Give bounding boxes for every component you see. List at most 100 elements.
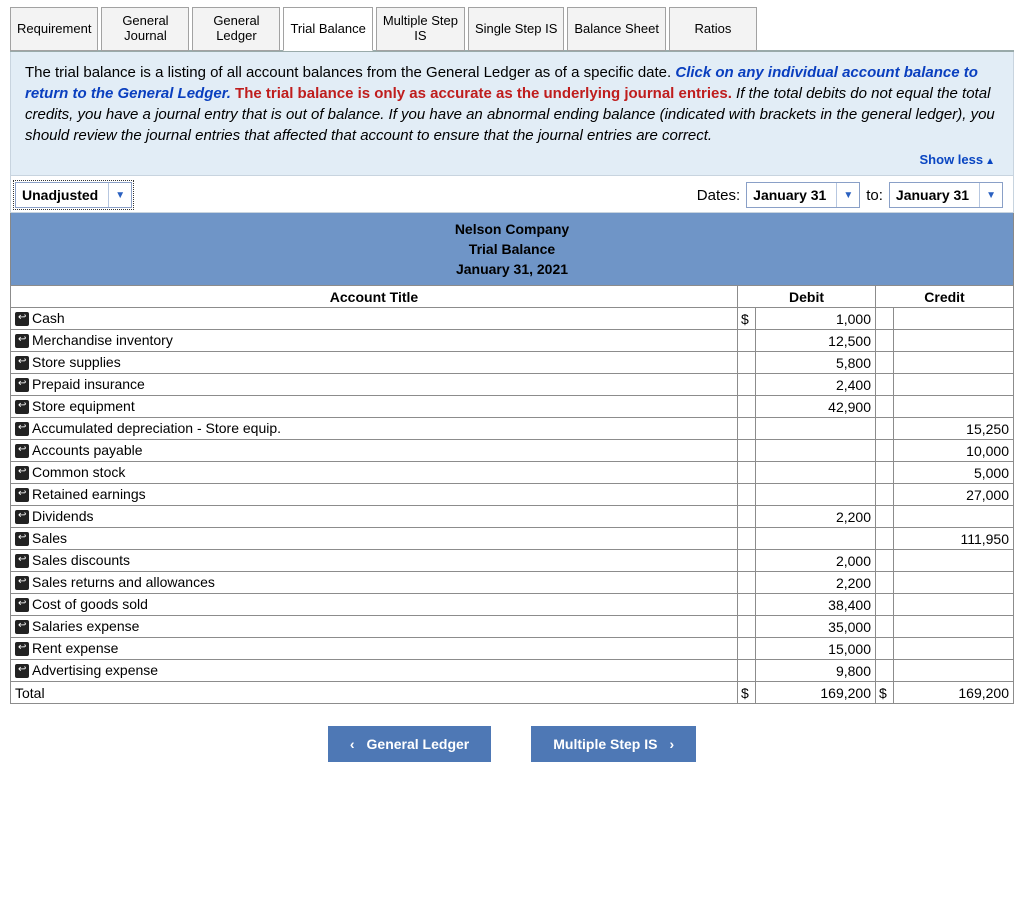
credit-currency xyxy=(876,594,894,616)
return-icon xyxy=(15,334,29,348)
credit-amount[interactable] xyxy=(894,572,1014,594)
debit-currency xyxy=(738,484,756,506)
table-row: Common stock 5,000 xyxy=(11,462,1014,484)
debit-amount[interactable]: 1,000 xyxy=(756,308,876,330)
debit-currency xyxy=(738,638,756,660)
date-from-dropdown[interactable]: January 31 ▼ xyxy=(746,182,860,208)
credit-amount[interactable] xyxy=(894,660,1014,682)
balance-type-dropdown[interactable]: Unadjusted ▼ xyxy=(15,182,132,208)
account-cell[interactable]: Accounts payable xyxy=(11,440,738,462)
account-cell[interactable]: Cash xyxy=(11,308,738,330)
table-row: Advertising expense 9,800 xyxy=(11,660,1014,682)
debit-amount[interactable] xyxy=(756,528,876,550)
debit-amount[interactable] xyxy=(756,484,876,506)
prev-label: General Ledger xyxy=(367,736,470,752)
account-cell[interactable]: Store equipment xyxy=(11,396,738,418)
debit-amount[interactable]: 2,000 xyxy=(756,550,876,572)
tab-requirement[interactable]: Requirement xyxy=(10,7,98,51)
debit-amount[interactable]: 9,800 xyxy=(756,660,876,682)
account-cell[interactable]: Rent expense xyxy=(11,638,738,660)
next-button[interactable]: Multiple Step IS › xyxy=(531,726,696,762)
account-title: Common stock xyxy=(32,464,125,480)
credit-currency xyxy=(876,440,894,462)
report-title: Trial Balance xyxy=(11,239,1013,259)
debit-amount[interactable] xyxy=(756,418,876,440)
table-row: Sales discounts 2,000 xyxy=(11,550,1014,572)
credit-amount[interactable]: 15,250 xyxy=(894,418,1014,440)
credit-amount[interactable] xyxy=(894,616,1014,638)
debit-amount[interactable]: 2,200 xyxy=(756,506,876,528)
debit-amount[interactable]: 12,500 xyxy=(756,330,876,352)
report-date: January 31, 2021 xyxy=(11,259,1013,279)
debit-amount[interactable] xyxy=(756,440,876,462)
account-cell[interactable]: Accumulated depreciation - Store equip. xyxy=(11,418,738,440)
account-cell[interactable]: Dividends xyxy=(11,506,738,528)
credit-amount[interactable] xyxy=(894,594,1014,616)
date-to-dropdown[interactable]: January 31 ▼ xyxy=(889,182,1003,208)
debit-amount[interactable]: 5,800 xyxy=(756,352,876,374)
account-title: Rent expense xyxy=(32,640,118,656)
account-cell[interactable]: Cost of goods sold xyxy=(11,594,738,616)
account-cell[interactable]: Store supplies xyxy=(11,352,738,374)
tab-general-ledger[interactable]: GeneralLedger xyxy=(192,7,280,51)
return-icon xyxy=(15,312,29,326)
debit-amount[interactable] xyxy=(756,462,876,484)
credit-amount[interactable]: 111,950 xyxy=(894,528,1014,550)
credit-amount[interactable] xyxy=(894,308,1014,330)
tab-single-step-is[interactable]: Single Step IS xyxy=(468,7,564,51)
debit-amount[interactable]: 2,400 xyxy=(756,374,876,396)
account-title: Sales discounts xyxy=(32,552,130,568)
credit-amount[interactable] xyxy=(894,374,1014,396)
credit-currency xyxy=(876,418,894,440)
account-cell[interactable]: Merchandise inventory xyxy=(11,330,738,352)
balance-type-value: Unadjusted xyxy=(22,187,98,203)
tab-multiple-step-is[interactable]: Multiple StepIS xyxy=(376,7,465,51)
credit-currency xyxy=(876,462,894,484)
tab-ratios[interactable]: Ratios xyxy=(669,7,757,51)
debit-amount[interactable]: 42,900 xyxy=(756,396,876,418)
account-cell[interactable]: Sales returns and allowances xyxy=(11,572,738,594)
credit-amount[interactable] xyxy=(894,506,1014,528)
credit-amount[interactable]: 5,000 xyxy=(894,462,1014,484)
debit-amount[interactable]: 35,000 xyxy=(756,616,876,638)
return-icon xyxy=(15,488,29,502)
return-icon xyxy=(15,642,29,656)
account-title: Store equipment xyxy=(32,398,135,414)
debit-currency xyxy=(738,506,756,528)
to-label: to: xyxy=(866,187,883,204)
credit-amount[interactable] xyxy=(894,330,1014,352)
tab-bar: RequirementGeneralJournalGeneralLedgerTr… xyxy=(10,6,1014,52)
info-part-warning: The trial balance is only as accurate as… xyxy=(235,85,736,102)
account-cell[interactable]: Sales discounts xyxy=(11,550,738,572)
account-cell[interactable]: Sales xyxy=(11,528,738,550)
account-cell[interactable]: Common stock xyxy=(11,462,738,484)
credit-amount[interactable] xyxy=(894,550,1014,572)
total-debit: 169,200 xyxy=(756,682,876,704)
nav-buttons: ‹ General Ledger Multiple Step IS › xyxy=(10,704,1014,772)
show-less-toggle[interactable]: Show less▲ xyxy=(25,146,999,169)
debit-amount[interactable]: 2,200 xyxy=(756,572,876,594)
debit-amount[interactable]: 38,400 xyxy=(756,594,876,616)
credit-amount[interactable]: 10,000 xyxy=(894,440,1014,462)
credit-currency xyxy=(876,572,894,594)
prev-button[interactable]: ‹ General Ledger xyxy=(328,726,491,762)
tab-balance-sheet[interactable]: Balance Sheet xyxy=(567,7,666,51)
tab-general-journal[interactable]: GeneralJournal xyxy=(101,7,189,51)
debit-amount[interactable]: 15,000 xyxy=(756,638,876,660)
account-cell[interactable]: Retained earnings xyxy=(11,484,738,506)
account-title: Prepaid insurance xyxy=(32,376,145,392)
credit-amount[interactable] xyxy=(894,396,1014,418)
account-cell[interactable]: Salaries expense xyxy=(11,616,738,638)
tab-trial-balance[interactable]: Trial Balance xyxy=(283,7,372,51)
credit-amount[interactable] xyxy=(894,638,1014,660)
credit-amount[interactable] xyxy=(894,352,1014,374)
return-icon xyxy=(15,532,29,546)
account-title: Retained earnings xyxy=(32,486,146,502)
credit-currency xyxy=(876,308,894,330)
credit-amount[interactable]: 27,000 xyxy=(894,484,1014,506)
return-icon xyxy=(15,554,29,568)
account-cell[interactable]: Prepaid insurance xyxy=(11,374,738,396)
table-row: Merchandise inventory 12,500 xyxy=(11,330,1014,352)
account-cell[interactable]: Advertising expense xyxy=(11,660,738,682)
total-credit: 169,200 xyxy=(894,682,1014,704)
